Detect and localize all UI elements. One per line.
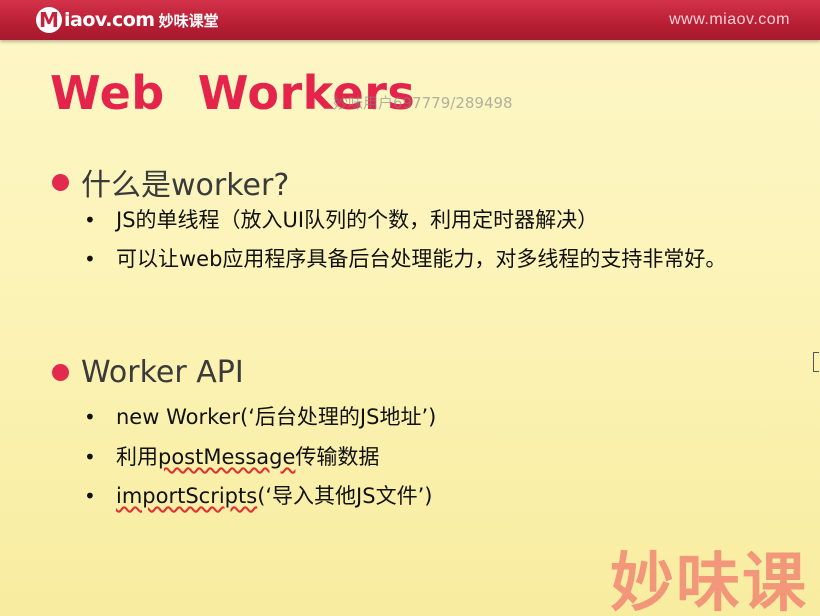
spellcheck-underlined-word: importScripts [116,484,258,508]
item-suffix: 传输数据 [295,445,380,469]
miaov-logo[interactable]: M iaov.com 妙味课堂 [36,7,219,33]
section-heading-worker: 什么是worker? [52,160,289,204]
logo-chinese-name: 妙味课堂 [158,11,219,30]
bullet-dot-icon [52,364,69,381]
item-prefix: 利用 [116,445,158,469]
bullet-icon: • [84,405,96,429]
list-item: • 可以让web应用程序具备后台处理能力，对多线程的支持非常好。 [84,243,756,276]
bullet-dot-icon [52,173,69,191]
user-watermark: 妙味用户697779/289498 [333,94,513,112]
header-bar: M iaov.com 妙味课堂 www.miaov.com [0,0,820,40]
logo-text: iaov.com [64,9,155,31]
list-item: • 利用postMessage传输数据 [84,441,746,474]
bullet-icon: • [84,208,96,232]
bullet-icon: • [84,247,96,271]
slide: M iaov.com 妙味课堂 www.miaov.com Web Worker… [0,0,820,616]
list-item: • new Worker(‘后台处理的JS地址’) [84,401,746,434]
list-item: • JS的单线程（放入UI队列的个数，利用定时器解决） [84,204,746,237]
item-suffix: (‘导入其他JS文件’) [257,484,433,508]
bullet-icon: • [84,484,96,508]
logo-badge-icon: M [36,7,62,33]
corner-brand-watermark: 妙味课 [610,547,808,616]
spellcheck-underlined-word: postMessage [158,445,296,469]
section-heading-worker-api: Worker API [52,355,244,390]
bullet-icon: • [84,445,96,469]
site-url: www.miaov.com [669,11,790,28]
window-edge-handle [813,352,819,372]
list-item: • importScripts(‘导入其他JS文件’) [84,480,746,513]
